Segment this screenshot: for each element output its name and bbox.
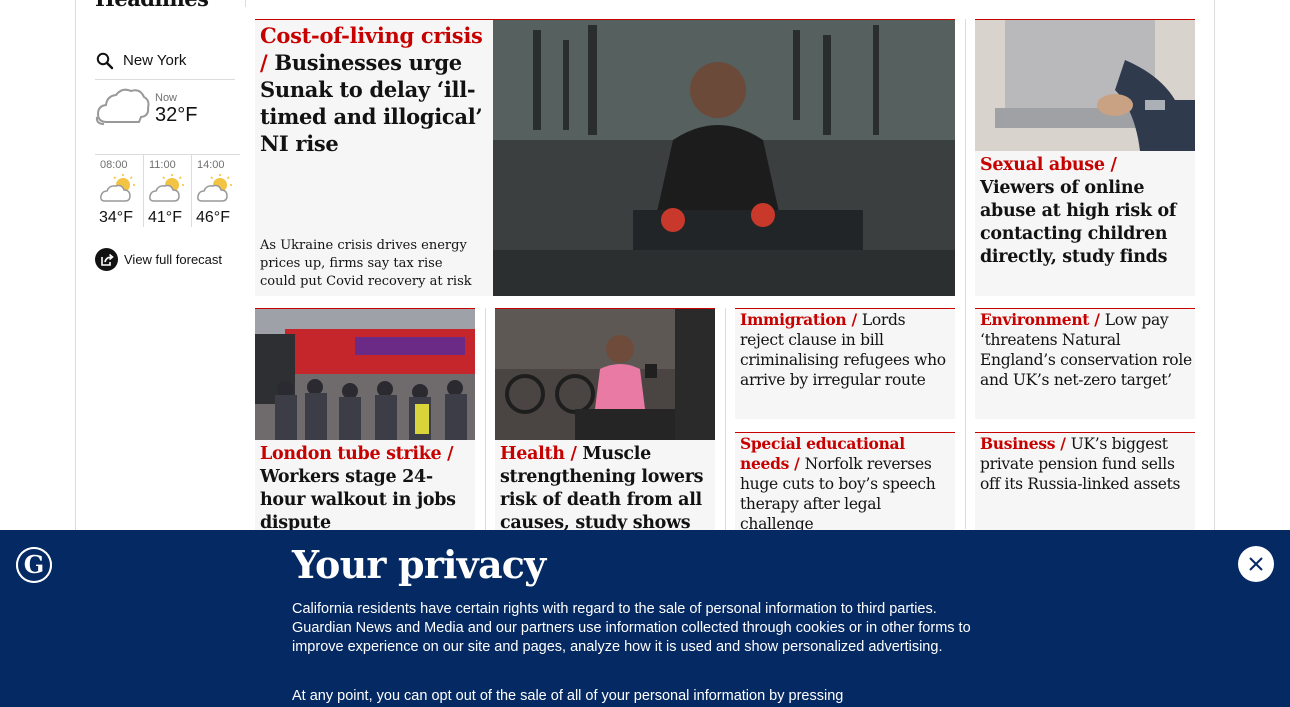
forecast-item: 08:00 34°F (95, 155, 143, 227)
column-divider (725, 308, 726, 530)
column-divider (485, 308, 486, 530)
column-divider (965, 19, 966, 529)
story-standfirst: As Ukraine crisis drives energy prices u… (260, 238, 472, 289)
story-kicker: Immigration (740, 310, 847, 329)
story-headline[interactable]: Business / UK’s biggest private pension … (980, 434, 1192, 494)
location-input[interactable] (123, 52, 233, 69)
story-image[interactable] (495, 309, 715, 440)
now-temperature: 32°F (155, 104, 198, 126)
forecast-item: 11:00 41°F (143, 155, 191, 227)
story-headline[interactable]: Health / Muscle strengthening lowers ris… (500, 443, 712, 535)
kicker-separator: / (846, 310, 862, 329)
story-kicker: Business (980, 434, 1056, 453)
story-kicker: Cost-of-living crisis (260, 23, 483, 48)
story-headline[interactable]: Cost-of-living crisis / Businesses urge … (260, 22, 488, 157)
external-link-icon (95, 248, 118, 271)
forecast-time: 11:00 (149, 159, 176, 171)
kicker-separator: / (260, 50, 275, 75)
privacy-banner: G Your privacy California residents have… (0, 530, 1290, 707)
close-button[interactable] (1238, 546, 1274, 582)
weather-location[interactable] (95, 42, 235, 80)
guardian-logo: G (16, 547, 52, 583)
logo-letter: G (24, 550, 45, 579)
kicker-separator: / (1055, 434, 1071, 453)
story-kicker: Sexual abuse (980, 155, 1105, 175)
story-headline-text: Workers stage 24-hour walkout in jobs di… (260, 467, 456, 533)
privacy-title: Your privacy (292, 542, 546, 587)
story-headline[interactable]: Environment / Low pay ‘threatens Natural… (980, 310, 1192, 390)
forecast-item: 14:00 46°F (191, 155, 239, 227)
forecast-time: 08:00 (100, 159, 128, 171)
story-card[interactable]: Business / UK’s biggest private pension … (975, 432, 1195, 530)
forecast-temperature: 34°F (99, 209, 133, 226)
hourly-forecast: 08:00 34°F 11:00 41°F 14:00 46°F (95, 154, 240, 227)
kicker-separator: / (564, 444, 583, 464)
forecast-temperature: 46°F (196, 209, 230, 226)
forecast-time: 14:00 (197, 159, 225, 171)
privacy-body-2: At any point, you can opt out of the sal… (292, 688, 844, 704)
story-headline-text: Viewers of online abuse at high risk of … (980, 178, 1177, 267)
story-kicker: Health (500, 444, 565, 464)
story-card[interactable]: Immigration / Lords reject clause in bil… (735, 308, 955, 419)
story-card[interactable]: London tube strike / Workers stage 24-ho… (255, 308, 475, 538)
view-full-forecast-label: View full forecast (124, 252, 223, 267)
heading-divider (245, 0, 246, 7)
story-image[interactable] (255, 309, 475, 440)
story-image[interactable] (975, 20, 1195, 151)
close-icon (1249, 557, 1263, 571)
story-headline-text: Businesses urge Sunak to delay ‘ill-time… (260, 50, 483, 156)
kicker-separator: / (1104, 155, 1117, 175)
story-headline[interactable]: London tube strike / Workers stage 24-ho… (260, 443, 472, 535)
story-kicker: London tube strike (260, 444, 442, 464)
story-headline[interactable]: Special educational needs / Norfolk reve… (740, 434, 952, 530)
kicker-separator: / (1089, 310, 1105, 329)
story-kicker: Environment (980, 310, 1090, 329)
lead-story-card[interactable]: Cost-of-living crisis / Businesses urge … (255, 19, 955, 296)
weather-now: Now 32°F (95, 84, 235, 134)
partly-cloudy-icon (100, 174, 135, 202)
forecast-temperature: 41°F (148, 209, 182, 226)
story-card[interactable]: Special educational needs / Norfolk reve… (735, 432, 955, 530)
story-card[interactable]: Health / Muscle strengthening lowers ris… (495, 308, 715, 538)
partly-cloudy-icon (197, 174, 232, 202)
view-full-forecast-link[interactable]: View full forecast (95, 248, 222, 271)
story-card[interactable]: Environment / Low pay ‘threatens Natural… (975, 308, 1195, 419)
privacy-body: California residents have certain rights… (292, 601, 971, 655)
kicker-separator: / (789, 454, 805, 473)
section-heading: Headlines (95, 0, 209, 11)
kicker-separator: / (441, 444, 454, 464)
now-label: Now (155, 92, 178, 104)
partly-cloudy-icon (149, 174, 184, 202)
lead-story-image[interactable] (493, 20, 955, 296)
story-headline[interactable]: Immigration / Lords reject clause in bil… (740, 310, 952, 390)
story-card[interactable]: Sexual abuse / Viewers of online abuse a… (975, 19, 1195, 296)
story-headline[interactable]: Sexual abuse / Viewers of online abuse a… (980, 154, 1192, 269)
search-icon (96, 52, 114, 69)
cloud-icon (95, 88, 150, 125)
